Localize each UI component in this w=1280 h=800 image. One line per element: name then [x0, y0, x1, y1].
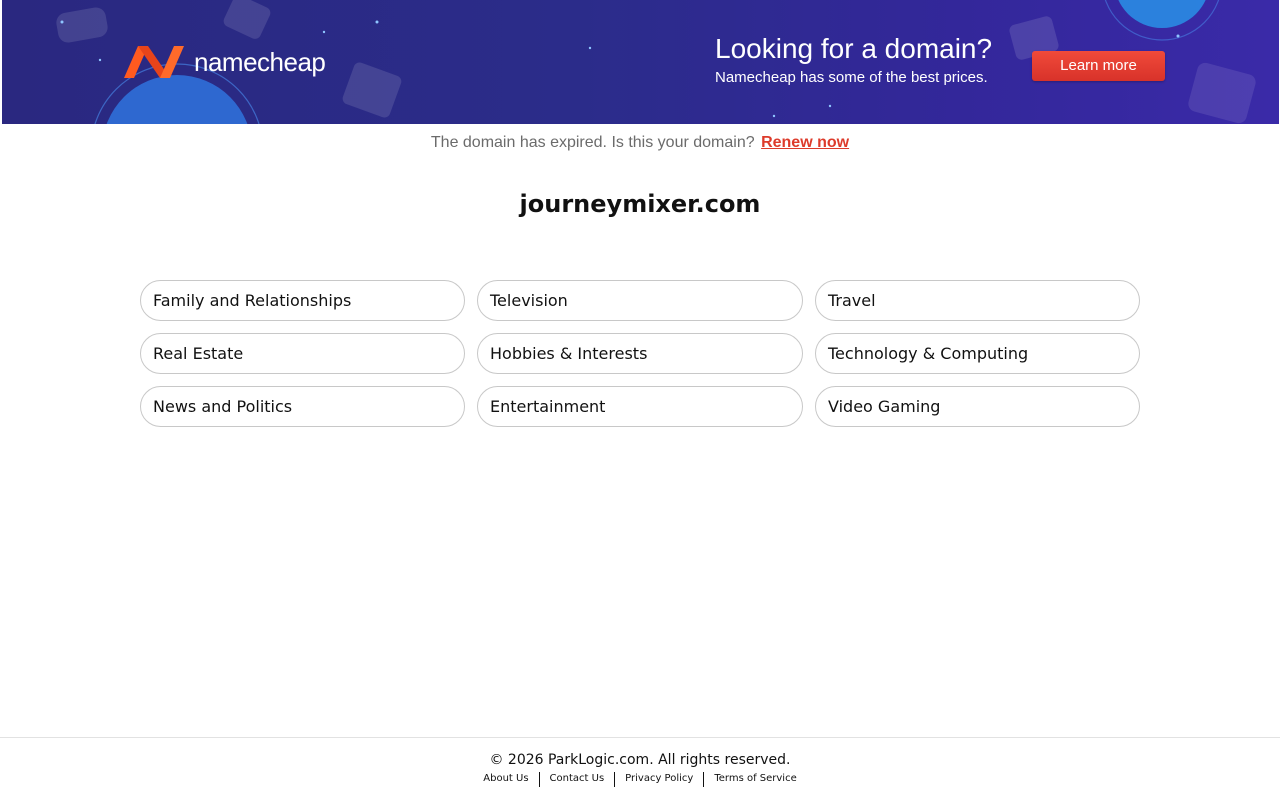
- promo-text: Looking for a domain? Namecheap has some…: [715, 30, 992, 88]
- renew-now-link[interactable]: Renew now: [761, 134, 849, 151]
- expired-notice-text: The domain has expired. Is this your dom…: [430, 134, 755, 151]
- category-link[interactable]: Video Gaming: [815, 386, 1140, 427]
- category-link[interactable]: Hobbies & Interests: [477, 333, 803, 374]
- domain-title: journeymixer.com: [519, 190, 761, 218]
- terms-of-service-link[interactable]: Terms of Service: [704, 771, 806, 787]
- page: namecheap Looking for a domain? Namechea…: [0, 0, 1280, 800]
- namecheap-logo[interactable]: namecheap: [122, 44, 326, 80]
- category-grid: Family and Relationships Television Trav…: [140, 280, 1140, 427]
- footer: © 2026 ParkLogic.com. All rights reserve…: [0, 737, 1280, 800]
- learn-more-button[interactable]: Learn more: [1032, 51, 1165, 81]
- brand-name: namecheap: [194, 47, 326, 77]
- category-link[interactable]: Family and Relationships: [140, 280, 465, 321]
- contact-us-link[interactable]: Contact Us: [540, 771, 615, 787]
- copyright-text: © 2026 ParkLogic.com. All rights reserve…: [489, 752, 791, 768]
- category-link[interactable]: Real Estate: [140, 333, 465, 374]
- about-us-link[interactable]: About Us: [473, 771, 538, 787]
- promo-subline: Namecheap has some of the best prices.: [715, 69, 988, 86]
- category-link[interactable]: Entertainment: [477, 386, 803, 427]
- namecheap-logo-icon: [124, 46, 184, 78]
- footer-links: About Us Contact Us Privacy Policy Terms…: [0, 771, 1280, 787]
- category-link[interactable]: News and Politics: [140, 386, 465, 427]
- namecheap-banner[interactable]: namecheap Looking for a domain? Namechea…: [2, 0, 1279, 124]
- privacy-policy-link[interactable]: Privacy Policy: [615, 771, 703, 787]
- category-link[interactable]: Technology & Computing: [815, 333, 1140, 374]
- expired-notice: The domain has expired. Is this your dom…: [0, 133, 1280, 153]
- category-link[interactable]: Television: [477, 280, 803, 321]
- category-link[interactable]: Travel: [815, 280, 1140, 321]
- promo-headline: Looking for a domain?: [715, 33, 993, 64]
